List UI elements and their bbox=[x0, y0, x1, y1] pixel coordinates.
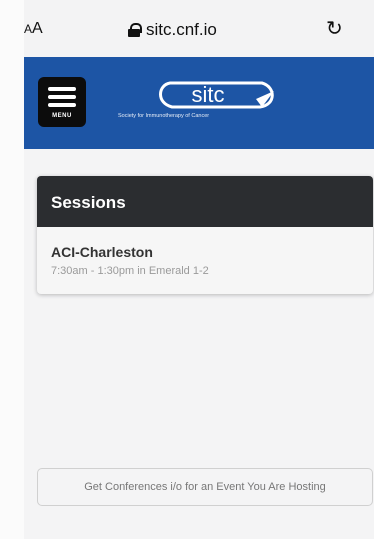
sessions-heading: Sessions bbox=[37, 176, 373, 227]
sitc-logo[interactable]: sitc bbox=[152, 77, 282, 115]
hamburger-icon bbox=[48, 87, 76, 91]
menu-label: MENU bbox=[52, 113, 72, 119]
menu-button[interactable]: MENU bbox=[38, 77, 86, 127]
url-text: sitc.cnf.io bbox=[146, 20, 217, 39]
url-field[interactable]: sitc.cnf.io bbox=[128, 20, 217, 40]
text-size-button[interactable]: AA bbox=[24, 20, 43, 38]
sessions-card: Sessions ACI-Charleston 7:30am - 1:30pm … bbox=[37, 176, 373, 294]
session-time: 7:30am - 1:30pm in Emerald 1-2 bbox=[51, 265, 209, 277]
logo-text: sitc bbox=[192, 82, 225, 107]
phone-screen: AA sitc.cnf.io ↻ MENU sitc Society for I… bbox=[0, 0, 374, 539]
hosting-link-button[interactable]: Get Conferences i/o for an Event You Are… bbox=[37, 468, 373, 506]
edge-shade bbox=[0, 0, 24, 539]
reload-icon[interactable]: ↻ bbox=[326, 16, 343, 41]
site-header: MENU sitc bbox=[24, 57, 374, 149]
lock-icon bbox=[128, 23, 142, 37]
tagline: Society for Immunotherapy of Cancer bbox=[118, 113, 210, 119]
session-title[interactable]: ACI-Charleston bbox=[51, 244, 153, 260]
